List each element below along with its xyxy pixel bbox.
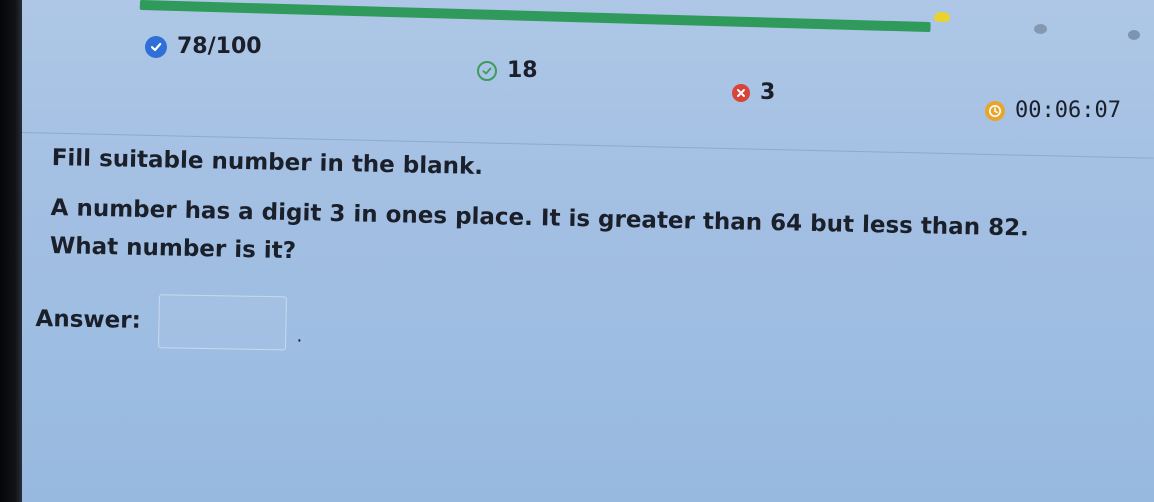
wrong-count: 3 — [760, 80, 776, 105]
wrong-stat: 3 — [732, 80, 775, 105]
answer-trailing-mark: . — [296, 325, 303, 347]
quiz-screen: 78/100 18 3 00:06:07 Fill suitable numbe… — [21, 0, 1154, 502]
score-stat: 78/100 — [145, 34, 262, 59]
answer-row: Answer: . — [35, 292, 303, 351]
question-block: Fill suitable number in the blank. A num… — [49, 145, 1151, 288]
check-outline-icon — [477, 60, 497, 81]
correct-count: 18 — [507, 58, 538, 83]
question-instruction: Fill suitable number in the blank. — [51, 145, 484, 181]
correct-stat: 18 — [477, 58, 538, 83]
score-text: 78/100 — [177, 34, 262, 59]
answer-input[interactable] — [158, 294, 288, 351]
timer-text: 00:06:07 — [1015, 98, 1121, 123]
marker-dot-gray — [1034, 24, 1047, 34]
device-bezel — [0, 0, 22, 502]
timer-stat: 00:06:07 — [985, 98, 1121, 123]
progress-bar-fill — [139, 0, 931, 33]
x-icon — [732, 83, 750, 102]
marker-dot-yellow — [934, 12, 950, 22]
progress-bar — [139, 0, 1154, 38]
marker-dot-gray-2 — [1128, 30, 1140, 40]
clock-icon — [985, 100, 1005, 121]
check-filled-icon — [145, 35, 167, 58]
answer-label: Answer: — [35, 305, 142, 334]
